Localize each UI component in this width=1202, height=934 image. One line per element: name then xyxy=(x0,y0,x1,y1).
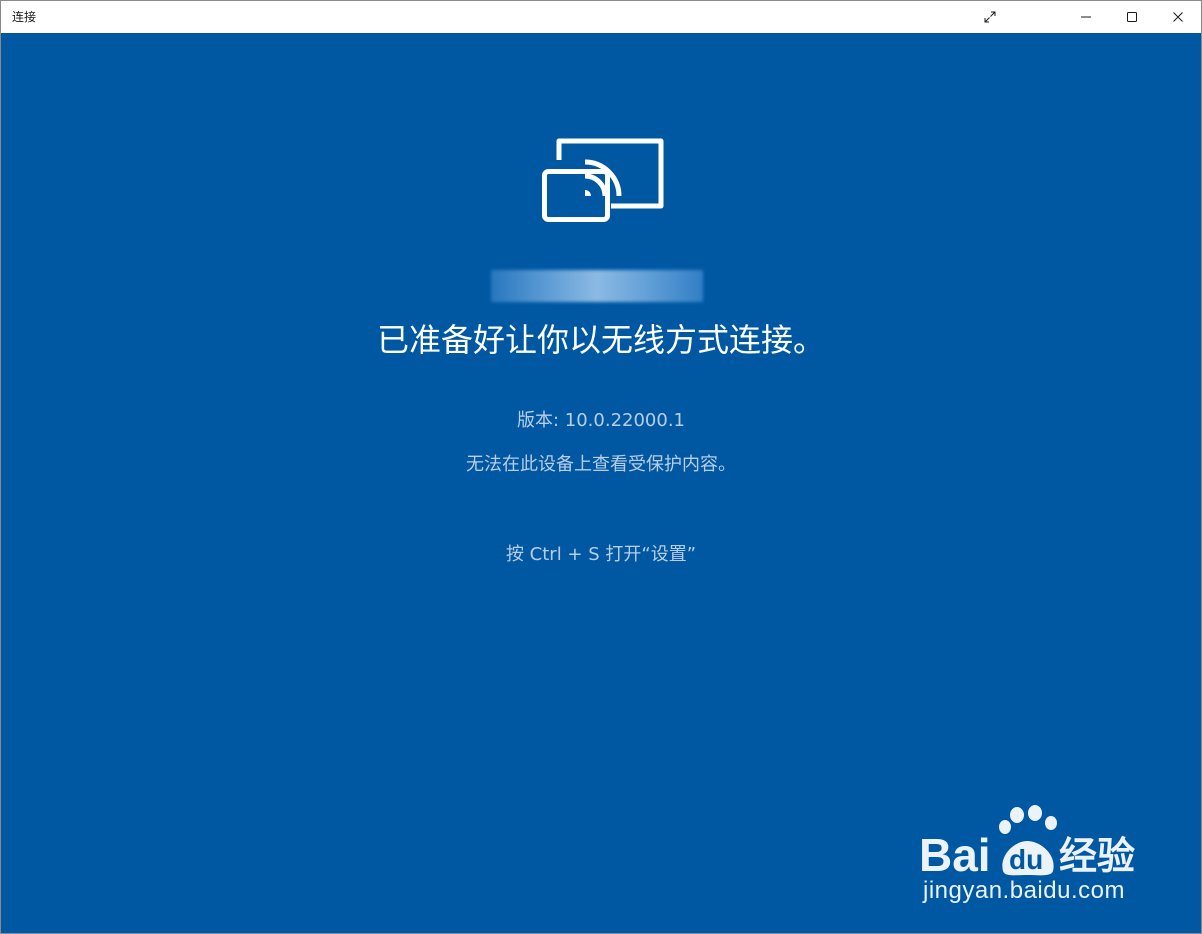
maximize-icon xyxy=(1127,12,1137,22)
window-title: 连接 xyxy=(12,10,37,24)
baidu-jingyan-watermark: Bai du 经验 jingyan.baidu.com xyxy=(919,805,1149,915)
connect-app-window: 连接 已准备好让你以无线方式连接。 版本: 10.0.22000.1 无法在此设… xyxy=(0,0,1202,934)
device-name-redacted xyxy=(491,270,703,302)
fullscreen-button[interactable] xyxy=(967,1,1013,33)
protected-content-notice: 无法在此设备上查看受保护内容。 xyxy=(466,454,736,475)
svg-text:du: du xyxy=(1009,844,1043,875)
expand-diagonal-icon xyxy=(984,11,996,23)
watermark-url: jingyan.baidu.com xyxy=(923,877,1125,904)
cast-to-device-icon xyxy=(542,138,664,222)
close-icon xyxy=(1173,12,1183,22)
svg-text:经验: 经验 xyxy=(1059,834,1135,877)
baidu-paw-logo: Bai du 经验 xyxy=(919,805,1135,877)
close-button[interactable] xyxy=(1155,1,1201,33)
main-content: 已准备好让你以无线方式连接。 版本: 10.0.22000.1 无法在此设备上查… xyxy=(1,33,1201,933)
minimize-button[interactable] xyxy=(1063,1,1109,33)
ready-headline: 已准备好让你以无线方式连接。 xyxy=(376,321,825,359)
maximize-button[interactable] xyxy=(1109,1,1155,33)
version-text: 版本: 10.0.22000.1 xyxy=(516,410,686,431)
svg-text:Bai: Bai xyxy=(919,829,991,877)
settings-shortcut-hint: 按 Ctrl + S 打开“设置” xyxy=(505,544,697,565)
title-bar[interactable]: 连接 xyxy=(1,1,1201,33)
minimize-icon xyxy=(1081,16,1091,18)
